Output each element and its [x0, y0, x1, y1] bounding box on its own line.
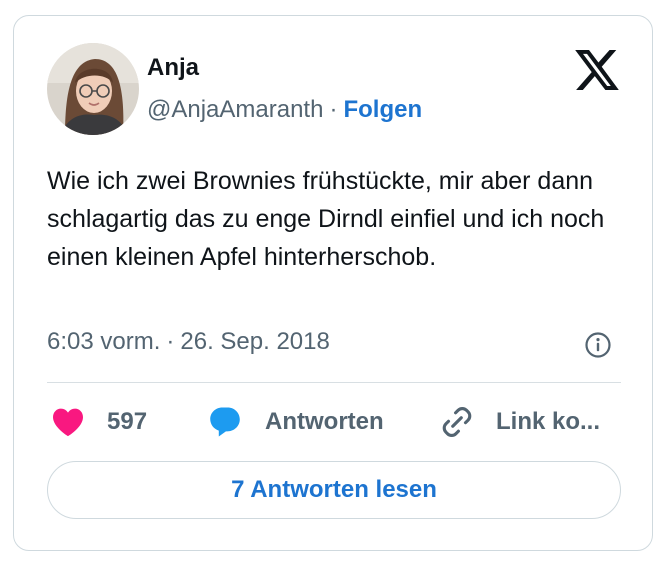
author-handle-row: @AnjaAmaranth · Folgen: [147, 96, 422, 124]
read-replies-button[interactable]: 7 Antworten lesen: [47, 461, 621, 519]
reply-button[interactable]: Antworten: [207, 400, 384, 444]
action-bar: 597 Antworten Link ko...: [47, 400, 627, 444]
tweet-date: 26. Sep. 2018: [180, 328, 330, 355]
tweet-text: Wie ich zwei Brownies frühstückte, mir a…: [47, 167, 605, 271]
heart-icon: [53, 408, 83, 437]
info-icon[interactable]: [584, 331, 612, 359]
follow-button[interactable]: Folgen: [343, 96, 422, 123]
tweet-card: Anja @AnjaAmaranth · Folgen Wie ich zwei B…: [13, 15, 653, 551]
author-handle[interactable]: @AnjaAmaranth: [147, 96, 323, 123]
tweet-timestamp[interactable]: 6:03 vorm. · 26. Sep. 2018: [47, 328, 330, 356]
author-name[interactable]: Anja: [147, 54, 199, 82]
separator-dot: ·: [166, 328, 175, 355]
speech-bubble-icon: [210, 407, 240, 437]
x-logo-icon[interactable]: [575, 50, 619, 90]
like-button[interactable]: 597: [51, 400, 147, 444]
reply-label: Antworten: [265, 408, 384, 435]
avatar[interactable]: [47, 43, 139, 135]
tweet-time: 6:03 vorm.: [47, 328, 161, 355]
copy-link-button[interactable]: Link ko...: [440, 400, 600, 444]
avatar-image: [47, 43, 139, 135]
copy-link-label: Link ko...: [496, 408, 601, 435]
link-icon: [442, 407, 472, 437]
divider: [47, 382, 621, 383]
like-count: 597: [107, 408, 148, 435]
separator-dot: ·: [329, 96, 338, 123]
